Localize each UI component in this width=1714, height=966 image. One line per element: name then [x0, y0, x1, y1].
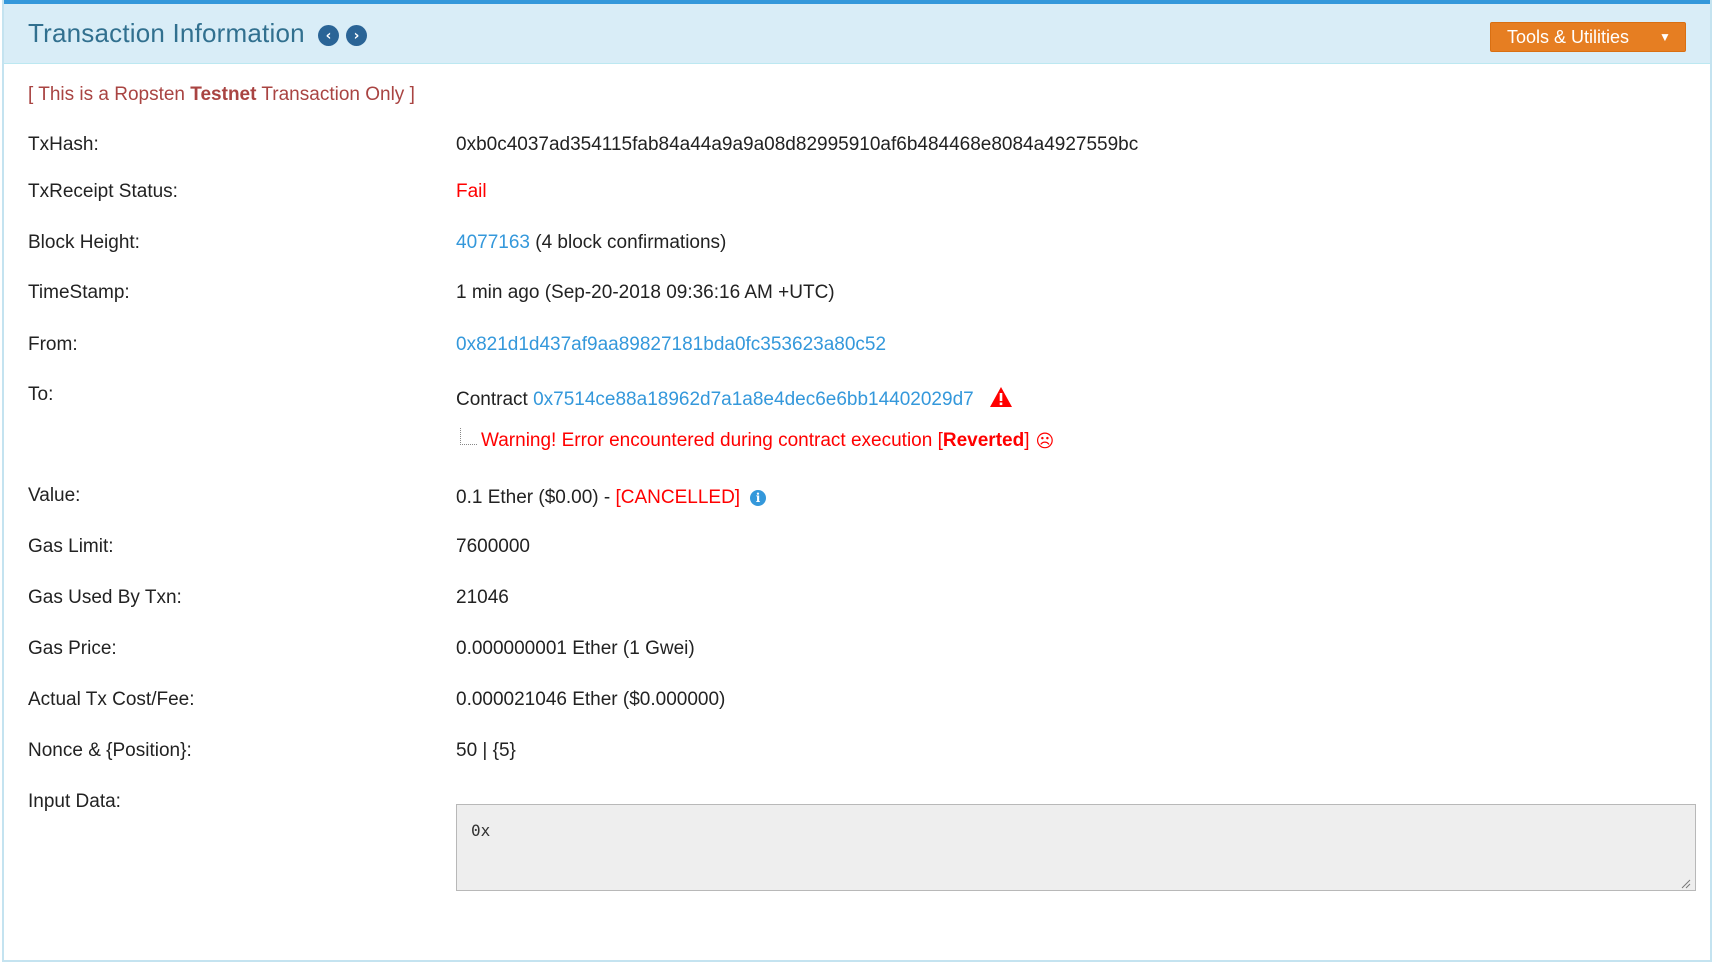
page-title: Transaction Information	[28, 18, 305, 48]
from-address-link[interactable]: 0x821d1d437af9aa89827181bda0fc353623a80c…	[456, 334, 886, 355]
tx-fee-value: 0.000021046 Ether ($0.000000)	[456, 689, 726, 710]
from-label: From:	[28, 334, 78, 355]
gas-used-label: Gas Used By Txn:	[28, 587, 182, 608]
warning-prefix: Warning! Error encountered during contra…	[481, 430, 943, 451]
to-contract-prefix: Contract	[456, 389, 534, 411]
value-amount: 0.1 Ether ($0.00) - [CANCELLED] i	[456, 487, 767, 509]
block-confirmations: (4 block confirmations)	[529, 232, 727, 253]
warning-reverted: Reverted	[942, 430, 1025, 451]
notice-bold: Testnet	[190, 84, 257, 105]
contract-error-warning: Warning! Error encountered during contra…	[460, 427, 1055, 452]
gas-used-value: 21046	[456, 587, 509, 608]
warning-triangle-icon	[989, 386, 1013, 414]
testnet-notice: [ This is a Ropsten Testnet Transaction …	[28, 84, 415, 106]
input-data-textarea[interactable]: 0x	[456, 804, 1696, 891]
timestamp-label: TimeStamp:	[28, 282, 130, 303]
to-contract-link[interactable]: 0x7514ce88a18962d7a1a8e4dec6e6bb14402029…	[533, 389, 974, 410]
input-data-value: 0x	[471, 821, 491, 840]
cancelled-badge: [CANCELLED]	[615, 487, 741, 508]
panel-header: Transaction Information ‹ › Tools & Util…	[4, 4, 1710, 64]
warning-suffix: ]	[1024, 430, 1030, 451]
chevron-left-circle-icon[interactable]: ‹	[318, 25, 339, 46]
chevron-right-circle-icon[interactable]: ›	[346, 25, 367, 46]
tx-navigation: ‹ ›	[318, 25, 374, 46]
timestamp-value: 1 min ago (Sep-20-2018 09:36:16 AM +UTC)	[456, 282, 835, 303]
tools-utilities-button[interactable]: Tools & Utilities ▼	[1490, 22, 1686, 52]
status-value: Fail	[456, 181, 487, 202]
value-label: Value:	[28, 485, 81, 506]
value-text: 0.1 Ether ($0.00) -	[456, 487, 616, 508]
notice-suffix: Transaction Only ]	[256, 84, 415, 105]
tx-fee-label: Actual Tx Cost/Fee:	[28, 689, 195, 710]
from-value: 0x821d1d437af9aa89827181bda0fc353623a80c…	[456, 334, 886, 356]
tree-connector-icon	[460, 427, 477, 445]
gas-limit-value: 7600000	[456, 536, 530, 557]
status-label: TxReceipt Status:	[28, 181, 178, 202]
input-data-label: Input Data:	[28, 791, 121, 812]
to-label: To:	[28, 384, 54, 405]
txhash-value: 0xb0c4037ad354115fab84a44a9a9a08d8299591…	[456, 134, 1139, 155]
info-icon[interactable]: i	[750, 489, 767, 506]
txhash-label: TxHash:	[28, 134, 99, 155]
block-height-value: 4077163 (4 block confirmations)	[456, 232, 726, 254]
block-height-link[interactable]: 4077163	[456, 232, 530, 253]
notice-prefix: [ This is a Ropsten	[28, 84, 191, 105]
gas-limit-label: Gas Limit:	[28, 536, 114, 557]
to-value: Contract 0x7514ce88a18962d7a1a8e4dec6e6b…	[456, 386, 1013, 414]
tools-utilities-label: Tools & Utilities	[1507, 26, 1630, 47]
caret-down-icon: ▼	[1659, 30, 1671, 44]
nonce-value: 50 | {5}	[456, 740, 516, 761]
frown-icon: ☹	[1035, 430, 1055, 452]
resize-handle-icon[interactable]	[1679, 874, 1691, 889]
transaction-panel: Transaction Information ‹ › Tools & Util…	[2, 0, 1712, 962]
gas-price-label: Gas Price:	[28, 638, 117, 659]
block-height-label: Block Height:	[28, 232, 140, 253]
nonce-label: Nonce & {Position}:	[28, 740, 192, 761]
gas-price-value: 0.000000001 Ether (1 Gwei)	[456, 638, 695, 659]
